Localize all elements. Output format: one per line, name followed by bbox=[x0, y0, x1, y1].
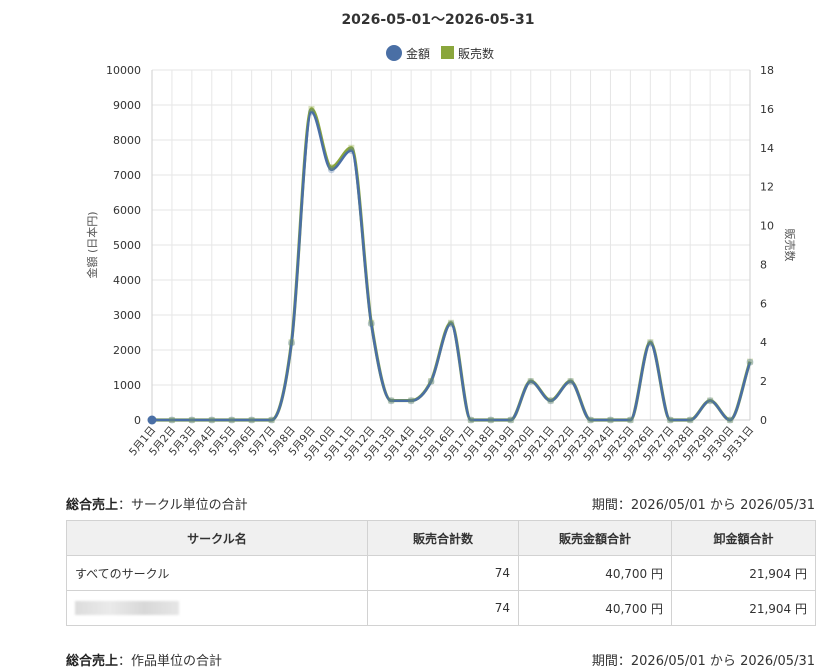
legend-count-marker bbox=[441, 46, 454, 59]
y-tick-label: 3000 bbox=[113, 309, 141, 322]
legend-amount-marker bbox=[386, 45, 402, 61]
data-point-amount bbox=[547, 397, 555, 405]
data-point-amount bbox=[288, 339, 296, 347]
data-point-amount bbox=[746, 358, 754, 366]
y2-tick-label: 4 bbox=[760, 336, 767, 349]
header-wholesale-amount: 卸金額合計 bbox=[671, 520, 816, 556]
chart-title: 2026-05-01〜2026-05-31 bbox=[341, 12, 534, 28]
data-point-amount bbox=[666, 416, 674, 424]
data-point-amount bbox=[626, 416, 634, 424]
y2-tick-label: 0 bbox=[760, 414, 767, 427]
data-point-amount bbox=[307, 108, 315, 116]
data-point-amount bbox=[726, 416, 734, 424]
wholesale-amount-cell: 21,904 円 bbox=[671, 590, 816, 626]
data-point-amount bbox=[427, 378, 435, 385]
sales-count-cell: 74 bbox=[367, 590, 519, 626]
circle-summary-table: サークル名 販売合計数 販売金額合計 卸金額合計 すべてのサークル 74 40,… bbox=[66, 520, 816, 626]
data-point-amount bbox=[327, 166, 335, 174]
data-point-amount bbox=[646, 339, 654, 347]
data-point-amount bbox=[567, 378, 575, 385]
data-point-amount bbox=[347, 147, 355, 154]
y2-tick-label: 14 bbox=[760, 142, 774, 155]
data-point-amount bbox=[248, 416, 256, 424]
y-tick-label: 8000 bbox=[113, 134, 141, 147]
data-point-amount bbox=[606, 416, 614, 424]
data-point-amount bbox=[208, 416, 216, 424]
y-tick-label: 1000 bbox=[113, 379, 141, 392]
circle-name-cell-redacted bbox=[66, 590, 368, 626]
sales-chart: 2026-05-01〜2026-05-31 金額 販売数 0 1000 2000 3000 4… bbox=[0, 0, 840, 485]
y-tick-label: 10000 bbox=[106, 64, 141, 77]
data-point-amount bbox=[387, 397, 395, 405]
sales-count-cell: 74 bbox=[367, 555, 519, 591]
work-summary-period: 期間：2026/05/01 から 2026/05/31 bbox=[591, 654, 815, 669]
y-tick-label: 7000 bbox=[113, 169, 141, 182]
wholesale-amount-cell: 21,904 円 bbox=[671, 555, 816, 591]
data-point-amount bbox=[228, 416, 236, 424]
y2-tick-label: 12 bbox=[760, 181, 774, 194]
sales-amount-cell: 40,700 円 bbox=[518, 590, 672, 626]
legend-count-label: 販売数 bbox=[458, 46, 494, 61]
circle-summary-period: 期間：2026/05/01 から 2026/05/31 bbox=[591, 498, 815, 513]
y-tick-label: 5000 bbox=[113, 239, 141, 252]
data-point-amount bbox=[447, 320, 455, 328]
table-header-row: サークル名 販売合計数 販売金額合計 卸金額合計 bbox=[66, 520, 816, 556]
y2-tick-label: 10 bbox=[760, 220, 774, 233]
data-point-amount bbox=[168, 416, 176, 424]
data-point-amount bbox=[487, 416, 495, 424]
y-tick-label: 2000 bbox=[113, 344, 141, 357]
y2-tick-label: 8 bbox=[760, 258, 767, 271]
header-sales-count: 販売合計数 bbox=[367, 520, 519, 556]
data-point-amount bbox=[367, 320, 375, 328]
y-tick-label: 4000 bbox=[113, 274, 141, 287]
circle-summary-title: 総合売上：サークル単位の合計 bbox=[66, 498, 248, 513]
y2-tick-label: 16 bbox=[760, 103, 774, 116]
work-summary-title: 総合売上：作品単位の合計 bbox=[66, 654, 223, 669]
y2-tick-label: 2 bbox=[760, 375, 767, 388]
table-row: すべてのサークル 74 40,700 円 21,904 円 bbox=[66, 555, 816, 591]
data-point-amount bbox=[527, 378, 535, 385]
data-point-amount bbox=[706, 397, 714, 405]
header-circle-name: サークル名 bbox=[66, 520, 368, 556]
data-point-amount bbox=[147, 415, 157, 425]
y-axis-title: 金額 (日本円) bbox=[85, 211, 99, 278]
y2-axis-title: 販売数 bbox=[783, 229, 796, 262]
data-point-amount bbox=[188, 416, 196, 424]
data-point-amount bbox=[686, 416, 694, 424]
data-point-amount bbox=[407, 397, 415, 405]
data-point-amount bbox=[587, 416, 595, 424]
chart-svg: 2026-05-01〜2026-05-31金額 販売数01000200030004… bbox=[85, 12, 796, 463]
legend-amount-label: 金額 bbox=[406, 46, 430, 61]
data-point-amount bbox=[507, 416, 515, 424]
y-tick-label: 6000 bbox=[113, 204, 141, 217]
data-point-amount bbox=[268, 416, 276, 424]
y-tick-label: 0 bbox=[134, 414, 141, 427]
y2-tick-label: 18 bbox=[760, 64, 774, 77]
redacted-name bbox=[75, 601, 179, 616]
circle-name-cell: すべてのサークル bbox=[66, 555, 368, 591]
y-tick-label: 9000 bbox=[113, 99, 141, 112]
data-point-amount bbox=[467, 416, 475, 424]
sales-amount-cell: 40,700 円 bbox=[518, 555, 672, 591]
y2-tick-label: 6 bbox=[760, 297, 767, 310]
table-row: 74 40,700 円 21,904 円 bbox=[66, 590, 816, 626]
header-sales-amount: 販売金額合計 bbox=[518, 520, 672, 556]
